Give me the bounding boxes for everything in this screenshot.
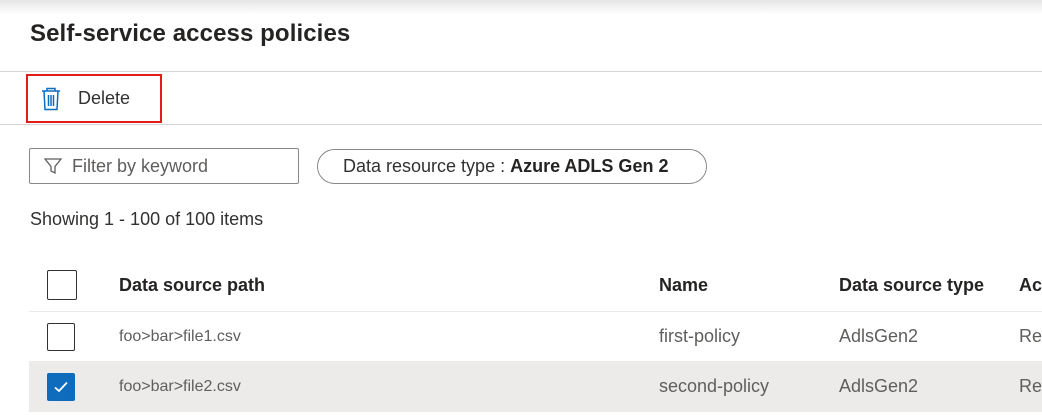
row-checkbox[interactable] [47,322,75,351]
column-header-path[interactable]: Data source path [119,259,265,311]
column-header-access[interactable]: Ac [1019,259,1042,311]
policies-table: Data source path Name Data source type A… [29,259,1042,412]
select-all-cell [47,259,77,311]
row-checkbox[interactable] [47,372,75,401]
item-count: Showing 1 - 100 of 100 items [30,209,264,229]
pill-value: Azure ADLS Gen 2 [510,156,669,176]
page-title: Self-service access policies [30,20,351,47]
header-divider [0,71,1042,72]
row-path: foo>bar>file2.csv [119,377,241,395]
filter-input[interactable]: Filter by keyword [29,148,299,184]
row-type: AdlsGen2 [839,326,919,346]
filter-placeholder: Filter by keyword [72,155,209,176]
row-check-cell [47,362,75,411]
toolbar-divider [0,124,1042,125]
trash-icon [41,87,61,111]
delete-button[interactable]: Delete [26,74,162,123]
data-resource-type-pill[interactable]: Data resource type : Azure ADLS Gen 2 [317,149,707,184]
column-header-name[interactable]: Name [659,259,708,311]
filter-icon [44,157,62,175]
row-name: first-policy [659,326,741,346]
row-type: AdlsGen2 [839,376,919,396]
select-all-checkbox[interactable] [47,270,77,300]
checkmark-icon [54,381,68,392]
delete-button-label: Delete [78,88,131,108]
row-name: second-policy [659,376,770,396]
pill-key: Data resource type : [343,156,506,176]
table-header-row: Data source path Name Data source type A… [29,259,1042,312]
table-row[interactable]: foo>bar>file2.csv second-policy AdlsGen2… [29,362,1042,412]
row-access: Rea [1019,326,1042,346]
row-access: Rea [1019,376,1042,396]
top-shadow [0,0,1042,14]
row-path: foo>bar>file1.csv [119,327,241,345]
table-row[interactable]: foo>bar>file1.csv first-policy AdlsGen2 … [29,312,1042,362]
page: Self-service access policies Delete Filt… [0,0,1042,415]
column-header-type[interactable]: Data source type [839,259,984,311]
row-check-cell [47,312,75,361]
